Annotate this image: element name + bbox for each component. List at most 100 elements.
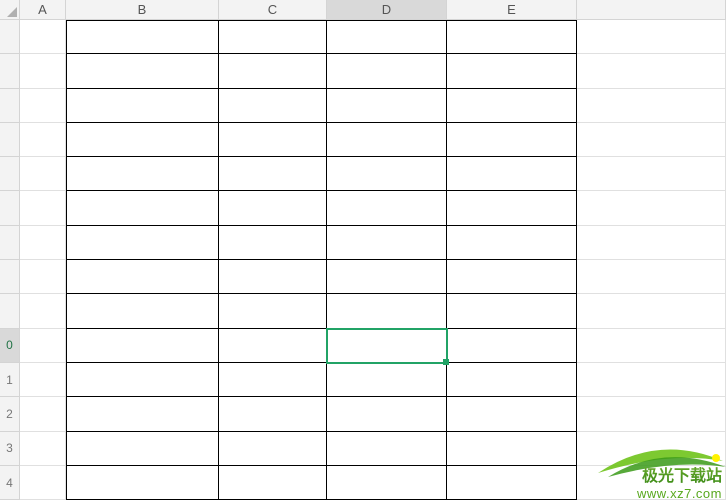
cell[interactable] bbox=[327, 226, 447, 260]
cell[interactable] bbox=[577, 89, 726, 123]
cell[interactable] bbox=[327, 432, 447, 466]
cell[interactable] bbox=[219, 432, 327, 466]
row-header[interactable] bbox=[0, 54, 20, 88]
cell[interactable] bbox=[327, 54, 447, 88]
cell[interactable] bbox=[577, 123, 726, 157]
row-header[interactable] bbox=[0, 226, 20, 260]
cell[interactable] bbox=[447, 20, 577, 54]
row-header[interactable]: 4 bbox=[0, 466, 20, 500]
cell[interactable] bbox=[447, 54, 577, 88]
cell[interactable] bbox=[66, 329, 219, 363]
cell[interactable] bbox=[20, 226, 66, 260]
cell[interactable] bbox=[66, 20, 219, 54]
cell[interactable] bbox=[327, 466, 447, 500]
cell[interactable] bbox=[327, 397, 447, 431]
cell[interactable] bbox=[447, 226, 577, 260]
col-header-D[interactable]: D bbox=[327, 0, 447, 20]
select-all-corner[interactable] bbox=[0, 0, 20, 20]
row-header[interactable] bbox=[0, 157, 20, 191]
row-header[interactable] bbox=[0, 89, 20, 123]
col-header-A[interactable]: A bbox=[20, 0, 66, 20]
cell[interactable] bbox=[66, 260, 219, 294]
cell[interactable] bbox=[219, 260, 327, 294]
cell[interactable] bbox=[20, 397, 66, 431]
cell[interactable] bbox=[577, 260, 726, 294]
active-cell[interactable] bbox=[327, 329, 447, 363]
cell[interactable] bbox=[577, 226, 726, 260]
cell[interactable] bbox=[219, 226, 327, 260]
cell[interactable] bbox=[66, 54, 219, 88]
cell[interactable] bbox=[447, 363, 577, 397]
cell[interactable] bbox=[447, 157, 577, 191]
cell[interactable] bbox=[219, 157, 327, 191]
cell[interactable] bbox=[219, 20, 327, 54]
cell[interactable] bbox=[219, 329, 327, 363]
cell[interactable] bbox=[327, 191, 447, 225]
cell[interactable] bbox=[66, 89, 219, 123]
cell[interactable] bbox=[20, 432, 66, 466]
cell[interactable] bbox=[20, 329, 66, 363]
cell[interactable] bbox=[20, 89, 66, 123]
cell[interactable] bbox=[447, 432, 577, 466]
cell[interactable] bbox=[20, 466, 66, 500]
cell[interactable] bbox=[447, 260, 577, 294]
cell[interactable] bbox=[327, 363, 447, 397]
cell[interactable] bbox=[447, 397, 577, 431]
row-header[interactable] bbox=[0, 20, 20, 54]
cell[interactable] bbox=[20, 157, 66, 191]
cell[interactable] bbox=[66, 157, 219, 191]
cell[interactable] bbox=[219, 89, 327, 123]
cell[interactable] bbox=[577, 294, 726, 328]
cell[interactable] bbox=[447, 191, 577, 225]
cell[interactable] bbox=[577, 157, 726, 191]
cell[interactable] bbox=[219, 123, 327, 157]
cell[interactable] bbox=[447, 89, 577, 123]
cell[interactable] bbox=[20, 123, 66, 157]
row-header[interactable]: 1 bbox=[0, 363, 20, 397]
row-header[interactable]: 3 bbox=[0, 432, 20, 466]
cell[interactable] bbox=[219, 363, 327, 397]
cell[interactable] bbox=[577, 54, 726, 88]
cell[interactable] bbox=[327, 157, 447, 191]
cell[interactable] bbox=[327, 260, 447, 294]
cell[interactable] bbox=[20, 260, 66, 294]
cell[interactable] bbox=[219, 191, 327, 225]
cell[interactable] bbox=[327, 89, 447, 123]
row-header[interactable] bbox=[0, 294, 20, 328]
cell[interactable] bbox=[219, 294, 327, 328]
cell[interactable] bbox=[447, 294, 577, 328]
cell[interactable] bbox=[577, 191, 726, 225]
cell[interactable] bbox=[447, 466, 577, 500]
cell[interactable] bbox=[20, 363, 66, 397]
cell[interactable] bbox=[66, 432, 219, 466]
cell[interactable] bbox=[219, 466, 327, 500]
cell[interactable] bbox=[20, 54, 66, 88]
cell[interactable] bbox=[219, 397, 327, 431]
cell[interactable] bbox=[327, 123, 447, 157]
col-header-B[interactable]: B bbox=[66, 0, 219, 20]
col-header-blank[interactable] bbox=[577, 0, 726, 20]
cell[interactable] bbox=[20, 191, 66, 225]
cell[interactable] bbox=[66, 123, 219, 157]
col-header-C[interactable]: C bbox=[219, 0, 327, 20]
cell[interactable] bbox=[577, 397, 726, 431]
cell[interactable] bbox=[66, 226, 219, 260]
row-header[interactable]: 2 bbox=[0, 397, 20, 431]
cell[interactable] bbox=[219, 54, 327, 88]
cell[interactable] bbox=[327, 20, 447, 54]
cell[interactable] bbox=[577, 363, 726, 397]
cell[interactable] bbox=[577, 20, 726, 54]
cell[interactable] bbox=[66, 397, 219, 431]
cell[interactable] bbox=[66, 294, 219, 328]
row-header[interactable]: 0 bbox=[0, 329, 20, 363]
cell[interactable] bbox=[447, 329, 577, 363]
cell[interactable] bbox=[327, 294, 447, 328]
row-header[interactable] bbox=[0, 260, 20, 294]
cell[interactable] bbox=[20, 294, 66, 328]
col-header-E[interactable]: E bbox=[447, 0, 577, 20]
cell[interactable] bbox=[20, 20, 66, 54]
row-header[interactable] bbox=[0, 191, 20, 225]
cell[interactable] bbox=[66, 466, 219, 500]
cell[interactable] bbox=[66, 191, 219, 225]
row-header[interactable] bbox=[0, 123, 20, 157]
